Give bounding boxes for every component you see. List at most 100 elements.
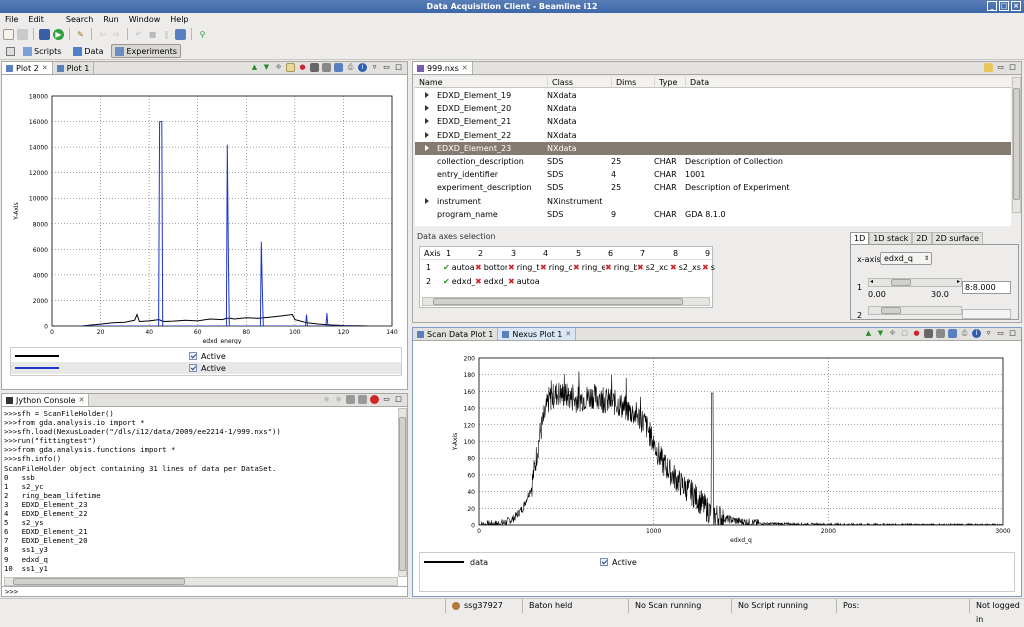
axes-cell[interactable]: ✔ autoa xyxy=(443,263,475,272)
view-menu-icon[interactable]: ▿ xyxy=(370,63,379,72)
expand-arrow-icon[interactable] xyxy=(425,105,429,112)
print-icon[interactable]: ⎙ xyxy=(960,329,969,338)
open-perspective-icon[interactable] xyxy=(6,46,15,56)
tree-row[interactable]: entry_identifier SDS 4 CHAR 1001 xyxy=(415,168,1011,181)
close-tab-icon[interactable]: ✕ xyxy=(79,396,85,404)
copy-icon[interactable] xyxy=(346,395,355,404)
pause-icon[interactable]: ‖ xyxy=(161,29,172,40)
forward-icon[interactable]: ⇨ xyxy=(111,29,122,40)
column-dims[interactable]: Dims xyxy=(611,77,636,88)
axes-cell[interactable]: ✖ ring_c xyxy=(540,263,572,272)
perspective-scripts[interactable]: Scripts xyxy=(19,44,65,58)
print-icon[interactable]: ⎙ xyxy=(346,63,355,72)
slice-slider[interactable]: ◂ ▸ xyxy=(868,278,962,287)
legend-icon[interactable] xyxy=(322,63,331,72)
clear-console-icon[interactable]: ◉ xyxy=(334,395,343,404)
axes-cell[interactable]: ✖ ring_b xyxy=(605,263,637,272)
axes-cell[interactable]: ✖ ring_e xyxy=(573,263,605,272)
open-folder-icon[interactable] xyxy=(984,63,993,72)
grid-icon[interactable] xyxy=(924,329,933,338)
menu-window[interactable]: Window xyxy=(124,15,166,24)
tree-row[interactable]: EDXD_Element_22 NXdata xyxy=(415,129,1011,142)
axes-cell[interactable]: ✔ edxd_ xyxy=(443,277,475,286)
tree-row[interactable]: EDXD_Element_23 NXdata xyxy=(415,141,1011,155)
expand-arrow-icon[interactable] xyxy=(425,118,429,125)
menu-file[interactable]: File xyxy=(0,15,23,24)
close-tab-icon[interactable]: ✕ xyxy=(462,64,468,72)
minimize-view-icon[interactable]: ▭ xyxy=(382,395,391,404)
scrollbar-thumb[interactable] xyxy=(399,417,406,571)
zoom-out-icon[interactable]: ▼ xyxy=(876,329,885,338)
arrow-left-icon[interactable]: ◂ xyxy=(870,278,873,285)
tree-row[interactable]: collection_description SDS 25 CHAR Descripti… xyxy=(415,155,1011,168)
arrow-right-icon[interactable]: ▸ xyxy=(957,278,960,285)
slider-thumb[interactable] xyxy=(891,279,911,286)
menu-search[interactable]: Search xyxy=(61,15,98,24)
tree-vertical-scrollbar[interactable] xyxy=(1012,77,1021,213)
menu-edit[interactable]: Edit xyxy=(23,15,49,24)
range-input[interactable]: 8:8.000 xyxy=(962,281,1011,294)
maximize-icon[interactable]: □ xyxy=(999,1,1009,11)
expand-arrow-icon[interactable] xyxy=(425,92,429,98)
range-input-2[interactable] xyxy=(962,309,1011,319)
info-icon[interactable]: i xyxy=(972,329,981,338)
tab-2d[interactable]: 2D xyxy=(912,232,932,244)
tab-2d-surface[interactable]: 2D surface xyxy=(931,232,983,244)
zoom-box-icon[interactable] xyxy=(286,63,295,72)
pencil-icon[interactable]: ✎ xyxy=(75,29,86,40)
minimize-icon[interactable]: _ xyxy=(987,1,997,11)
tab-scan-data-plot-1[interactable]: Scan Data Plot 1 xyxy=(413,328,499,340)
scrollbar-thumb[interactable] xyxy=(1013,88,1020,200)
x-axis-select[interactable]: edxd_q ⇕ xyxy=(880,252,932,265)
legend-icon[interactable] xyxy=(936,329,945,338)
tab-plot-1[interactable]: Plot 1 xyxy=(52,62,95,74)
search-icon[interactable]: ⚲ xyxy=(197,29,208,40)
axes-cell[interactable]: ✖ edxd_ xyxy=(475,277,507,286)
column-type[interactable]: Type xyxy=(654,77,677,88)
minimize-view-icon[interactable]: ▭ xyxy=(996,329,1005,338)
terminate-icon[interactable] xyxy=(370,395,379,404)
close-tab-icon[interactable]: ✕ xyxy=(42,64,48,72)
active-checkbox[interactable] xyxy=(189,352,197,360)
stop-icon[interactable]: ■ xyxy=(147,29,158,40)
minimize-view-icon[interactable]: ▭ xyxy=(996,63,1005,72)
axes-cell[interactable]: ✖ s xyxy=(702,263,734,272)
maximize-view-icon[interactable]: □ xyxy=(394,395,403,404)
edxd-q-chart[interactable]: 0204060801001201401601802000 1000 2000 3000… xyxy=(417,344,1017,550)
console-input[interactable]: >>> xyxy=(2,586,407,597)
perspective-data[interactable]: Data xyxy=(69,44,107,58)
minimize-view-icon[interactable]: ▭ xyxy=(382,63,391,72)
tree-row[interactable]: instrument NXinstrument xyxy=(415,195,1011,208)
maximize-view-icon[interactable]: □ xyxy=(394,63,403,72)
perspective-experiments[interactable]: Experiments xyxy=(111,44,181,58)
maximize-view-icon[interactable]: □ xyxy=(1008,329,1017,338)
tab-999-nxs[interactable]: 999.nxs ✕ xyxy=(413,62,473,74)
zoom-in-icon[interactable]: ▲ xyxy=(864,329,873,338)
axes-cell[interactable]: ✖ ring_t xyxy=(508,263,540,272)
expand-arrow-icon[interactable] xyxy=(425,131,429,138)
color-wheel-icon[interactable]: ● xyxy=(912,329,921,338)
tree-row[interactable]: EDXD_Element_19 NXdata xyxy=(415,89,1011,102)
queue-icon[interactable] xyxy=(175,28,186,40)
tree-row[interactable]: EDXD_Element_20 NXdata xyxy=(415,102,1011,115)
export-icon[interactable] xyxy=(334,63,343,72)
tree-row[interactable]: EDXD_Element_21 NXdata xyxy=(415,115,1011,128)
tab-1d-stack[interactable]: 1D stack xyxy=(869,232,913,244)
undo-icon[interactable]: ↶ xyxy=(133,29,144,40)
tab-plot-2[interactable]: Plot 2 ✕ xyxy=(2,62,53,74)
export-icon[interactable] xyxy=(948,329,957,338)
menu-run[interactable]: Run xyxy=(98,15,123,24)
tree-row[interactable]: program_name SDS 9 CHAR GDA 8.1.0 xyxy=(415,208,1011,221)
run-icon[interactable]: ▶ xyxy=(53,28,64,40)
column-class[interactable]: Class xyxy=(547,77,573,88)
column-name[interactable]: Name xyxy=(415,77,443,88)
scroll-lock-icon[interactable]: ◉ xyxy=(322,395,331,404)
zoom-in-icon[interactable]: ▲ xyxy=(250,63,259,72)
color-wheel-icon[interactable]: ● xyxy=(298,63,307,72)
pan-icon[interactable]: ✥ xyxy=(274,63,283,72)
menu-help[interactable]: Help xyxy=(165,15,193,24)
active-checkbox[interactable] xyxy=(189,364,197,372)
paste-icon[interactable] xyxy=(358,395,367,404)
slider-thumb[interactable] xyxy=(881,307,901,314)
grid-icon[interactable] xyxy=(310,63,319,72)
